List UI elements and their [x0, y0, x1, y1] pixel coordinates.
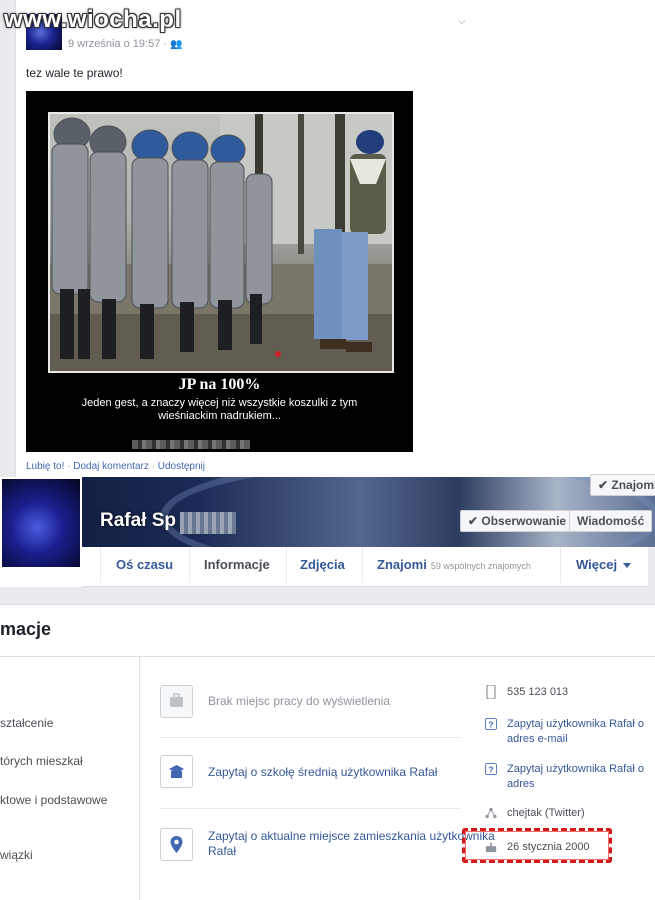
sidebar-item-education[interactable]: ształcenie	[0, 716, 53, 730]
tab-divider	[189, 547, 190, 583]
school-icon	[160, 755, 193, 788]
watermark: www.wiocha.pl	[4, 6, 182, 33]
post-timestamp[interactable]: 9 września o 19:57 · 👥	[68, 38, 183, 50]
audience-icon[interactable]: 👥	[170, 39, 182, 50]
sidebar-item-contact[interactable]: ktowe i podstawowe	[0, 793, 107, 807]
phone-icon	[486, 685, 496, 699]
demotivator-subtitle: Jeden gest, a znaczy więcej niż wszystki…	[81, 397, 358, 422]
riot-police-photo	[50, 114, 392, 371]
sidebar-item-places[interactable]: tórych mieszkał	[0, 754, 83, 768]
location-pin-icon	[160, 828, 193, 861]
share-link[interactable]: Udostępnij	[158, 461, 205, 472]
divider	[0, 656, 655, 657]
caret-down-icon	[623, 563, 632, 569]
tab-label: Zdjęcia	[300, 557, 345, 572]
tab-label: Więcej	[576, 557, 618, 572]
post-actions: Lubię to! · Dodaj komentarz · Udostępnij	[26, 461, 205, 472]
tab-divider	[560, 547, 561, 583]
follow-button[interactable]: ✔ Obserwowanie	[460, 510, 575, 532]
about-title: macje	[0, 619, 52, 639]
svg-text:?: ?	[488, 719, 493, 729]
post-timestamp-text[interactable]: 9 września o 19:57 ·	[68, 38, 170, 50]
blurred-surname	[180, 512, 236, 534]
question-icon: ?	[485, 718, 497, 730]
blurred-credit	[132, 440, 250, 449]
separator: ·	[64, 461, 74, 472]
tab-about[interactable]: Informacje	[204, 547, 270, 587]
phone-number: 535 123 013	[507, 686, 569, 698]
chevron-down-icon[interactable]: ⌵	[458, 16, 466, 27]
question-icon: ?	[485, 763, 497, 775]
briefcase-icon	[160, 685, 193, 718]
demotivator-frame	[48, 112, 394, 373]
divider	[160, 808, 460, 809]
photo-illustration	[50, 114, 392, 371]
tab-divider	[362, 547, 363, 583]
tab-divider	[286, 547, 287, 583]
column-divider	[139, 657, 140, 900]
tab-friends[interactable]: Znajomi 59 wspólnych znajomych	[377, 547, 531, 587]
network-icon	[485, 807, 497, 819]
tab-divider	[100, 547, 101, 583]
tab-more[interactable]: Więcej	[576, 547, 632, 587]
profile-nav: Oś czasu Informacje Zdjęcia Znajomi 59 ws…	[82, 547, 655, 587]
demotivator-title: JP na 100%	[178, 376, 261, 393]
divider	[160, 737, 460, 738]
separator: ·	[148, 461, 158, 472]
twitter-handle: chejtak (Twitter)	[507, 807, 585, 819]
work-empty-text: Brak miejsc pracy do wyświetlenia	[208, 694, 391, 708]
profile-picture[interactable]	[0, 477, 82, 569]
ask-address-link[interactable]: Zapytaj użytkownika Rafał o adres	[507, 762, 655, 792]
sidebar-item-relationships[interactable]: wiązki	[0, 848, 33, 862]
post-text: tez wale te prawo!	[26, 66, 123, 80]
tab-label: Informacje	[204, 557, 270, 572]
section-gap	[0, 587, 655, 604]
comment-link[interactable]: Dodaj komentarz	[73, 461, 149, 472]
svg-text:?: ?	[488, 764, 493, 774]
highlight-box	[462, 828, 612, 863]
like-link[interactable]: Lubię to!	[26, 461, 64, 472]
tab-label: Znajomi	[377, 557, 427, 572]
post-image[interactable]: JP na 100% Jeden gest, a znaczy więcej n…	[26, 91, 413, 452]
mutual-friends-count: 59 wspólnych znajomych	[430, 561, 531, 571]
message-button[interactable]: Wiadomość	[569, 510, 653, 532]
friends-button[interactable]: ✔ Znajomi	[590, 474, 655, 496]
ask-school-link[interactable]: Zapytaj o szkołę średnią użytkownika Raf…	[208, 765, 437, 780]
profile-gutter	[0, 569, 82, 587]
ask-email-link[interactable]: Zapytaj użytkownika Rafał o adres e-mail	[507, 717, 655, 747]
tab-timeline[interactable]: Oś czasu	[116, 547, 173, 587]
page-edge	[648, 547, 655, 587]
profile-name[interactable]: Rafał Sp	[100, 510, 176, 532]
tab-label: Oś czasu	[116, 557, 174, 572]
tab-photos[interactable]: Zdjęcia	[300, 547, 345, 587]
